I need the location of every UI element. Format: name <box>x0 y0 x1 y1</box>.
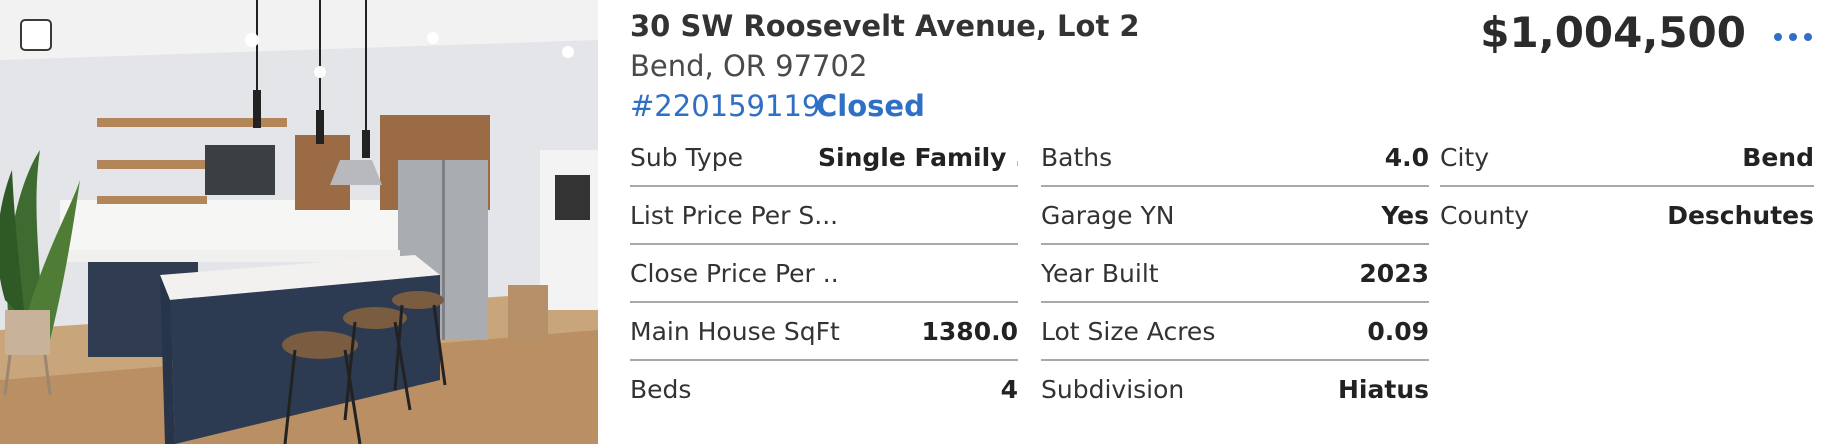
detail-row-subdivision: Subdivision Hiatus <box>1041 362 1429 419</box>
detail-value: 2023 <box>1359 259 1429 288</box>
detail-label: Main House SqFt <box>630 317 840 346</box>
detail-label: Close Price Per ... <box>630 259 840 288</box>
detail-label: Garage YN <box>1041 201 1175 230</box>
detail-row-garage: Garage YN Yes <box>1041 188 1429 245</box>
detail-value: Yes <box>1381 201 1429 230</box>
detail-label: List Price Per S... <box>630 201 839 230</box>
listing-address[interactable]: 30 SW Roosevelt Avenue, Lot 2 <box>630 9 1140 43</box>
details-column-3: City Bend County Deschutes <box>1440 130 1814 246</box>
detail-row-city: City Bend <box>1440 130 1814 187</box>
listing-price: $1,004,500 <box>1480 8 1746 57</box>
detail-label: Sub Type <box>630 143 743 172</box>
listing-photo[interactable] <box>0 0 598 444</box>
detail-value: 4 <box>1000 375 1018 404</box>
details-column-1: Sub Type Single Family ... List Price Pe… <box>630 130 1018 420</box>
detail-row-beds: Beds 4 <box>630 362 1018 419</box>
detail-label: County <box>1440 201 1530 230</box>
detail-row-list-price-per-sqft: List Price Per S... <box>630 188 1018 245</box>
detail-value: Deschutes <box>1667 201 1814 230</box>
detail-label: Year Built <box>1041 259 1159 288</box>
details-column-2: Baths 4.0 Garage YN Yes Year Built 2023 … <box>1041 130 1429 420</box>
detail-label: Beds <box>630 375 692 404</box>
detail-row-close-price-per-sqft: Close Price Per ... <box>630 246 1018 303</box>
detail-value: 4.0 <box>1384 143 1429 172</box>
detail-value: 0.09 <box>1367 317 1429 346</box>
listing-city-line: Bend, OR 97702 <box>630 49 868 83</box>
detail-row-year-built: Year Built 2023 <box>1041 246 1429 303</box>
detail-label: Lot Size Acres <box>1041 317 1216 346</box>
detail-row-baths: Baths 4.0 <box>1041 130 1429 187</box>
status-badge: Closed <box>816 89 925 123</box>
more-dot <box>1804 33 1812 41</box>
detail-row-lot-size: Lot Size Acres 0.09 <box>1041 304 1429 361</box>
select-checkbox[interactable] <box>20 19 52 51</box>
detail-value: Bend <box>1742 143 1814 172</box>
more-horizontal-icon[interactable] <box>1774 20 1814 50</box>
detail-value: 1380.0 <box>921 317 1018 346</box>
kitchen-photo-illustration <box>0 0 598 444</box>
detail-row-main-house-sqft: Main House SqFt 1380.0 <box>630 304 1018 361</box>
detail-value: Single Family ... <box>818 143 1018 172</box>
detail-label: Subdivision <box>1041 375 1185 404</box>
listing-info-panel: 30 SW Roosevelt Avenue, Lot 2 Bend, OR 9… <box>630 0 1844 444</box>
detail-label: City <box>1440 143 1489 172</box>
detail-row-sub-type: Sub Type Single Family ... <box>630 130 1018 187</box>
detail-label: Baths <box>1041 143 1113 172</box>
more-dot <box>1789 33 1797 41</box>
more-dot <box>1774 33 1782 41</box>
detail-value: Hiatus <box>1338 375 1429 404</box>
detail-row-county: County Deschutes <box>1440 188 1814 245</box>
mls-number-link[interactable]: #220159119 <box>630 89 820 123</box>
